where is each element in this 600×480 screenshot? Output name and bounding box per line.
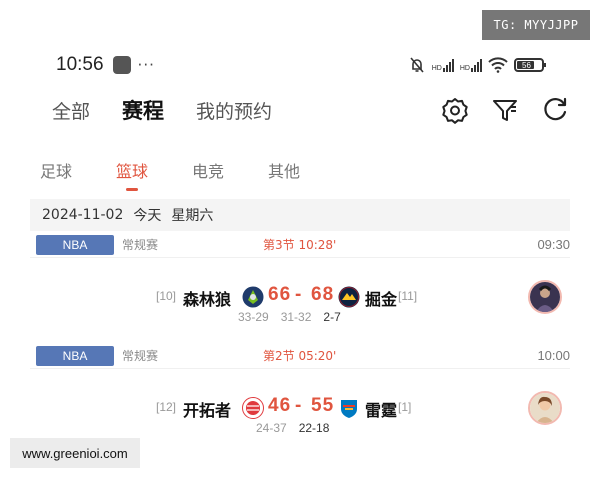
home-rank: [12] — [156, 400, 177, 414]
date-header: 2024-11-02 今天 星期六 — [30, 199, 570, 231]
away-score: 55 — [311, 395, 335, 416]
settings-gear-icon[interactable] — [440, 95, 470, 125]
score-separator: - — [295, 395, 303, 416]
match-type: 常规赛 — [122, 349, 159, 363]
away-team-logo-icon — [338, 397, 360, 419]
quarter-scores: 33-29 31-32 2-7 — [238, 310, 341, 324]
hd-label-2: HD — [459, 65, 470, 72]
current-quarter-score: 22-18 — [298, 421, 330, 435]
watermark-tg: TG: MYYJJPP — [482, 10, 590, 40]
wifi-icon — [488, 57, 508, 73]
quarter-scores: 24-37 22-18 — [256, 421, 329, 435]
date: 2024-11-02 — [42, 207, 124, 223]
streamer-avatar[interactable] — [528, 391, 562, 425]
away-team: 雷霆 — [365, 401, 398, 420]
filter-icon[interactable] — [490, 95, 520, 125]
away-score: 68 — [311, 284, 335, 305]
mute-bell-icon — [410, 57, 424, 73]
league-badge: NBA — [36, 234, 114, 255]
signal-2-icon: HD — [460, 58, 482, 72]
app-notification-icon — [112, 56, 131, 74]
kickoff-time: 10:00 — [537, 348, 570, 363]
tab-all[interactable]: 全部 — [52, 97, 90, 124]
battery-icon: 56 — [514, 58, 546, 72]
status-bar: 10:56 ··· HD HD 56 — [56, 52, 546, 78]
more-notifications-icon: ··· — [137, 56, 155, 74]
tab-esports[interactable]: 电竞 — [192, 158, 224, 198]
home-team-logo-icon — [242, 286, 264, 308]
tab-my-reservations[interactable]: 我的预约 — [196, 97, 272, 124]
battery-level: 56 — [522, 60, 531, 70]
refresh-icon[interactable] — [540, 95, 570, 125]
quarter-1-score: 33-29 — [238, 310, 269, 324]
status-time: 10:56 — [56, 54, 104, 75]
home-team: 森林狼 — [183, 290, 232, 309]
home-score: 66 — [268, 284, 292, 305]
hd-label-1: HD — [431, 65, 442, 72]
match-card[interactable]: NBA 常规赛 第2节 05:20' 10:00 [12] 开拓者 46 - 5… — [30, 343, 570, 448]
quarter-1-score: 24-37 — [256, 421, 287, 435]
date-relative: 今天 — [133, 208, 162, 224]
tab-other[interactable]: 其他 — [268, 158, 300, 198]
away-team: 掘金 — [365, 290, 398, 309]
home-team: 开拓者 — [183, 401, 232, 420]
match-period: 第2节 05:20' — [263, 349, 337, 363]
quarter-2-score: 31-32 — [280, 310, 312, 324]
home-rank: [10] — [156, 289, 177, 303]
tab-schedule[interactable]: 赛程 — [122, 95, 164, 125]
signal-1-icon: HD — [432, 58, 454, 72]
tab-football[interactable]: 足球 — [40, 158, 72, 198]
home-team-logo-icon — [242, 397, 264, 419]
match-type: 常规赛 — [122, 238, 159, 252]
top-nav: 全部 赛程 我的预约 — [52, 95, 570, 125]
away-team-logo-icon — [338, 286, 360, 308]
score-separator: - — [295, 284, 303, 305]
match-period: 第3节 10:28' — [263, 238, 337, 252]
current-quarter-score: 2-7 — [323, 310, 341, 324]
streamer-avatar[interactable] — [528, 280, 562, 314]
league-badge: NBA — [36, 345, 114, 366]
match-card[interactable]: NBA 常规赛 第3节 10:28' 09:30 [10] 森林狼 66 - 6… — [30, 232, 570, 337]
date-weekday: 星期六 — [171, 208, 214, 224]
tab-basketball[interactable]: 篮球 — [116, 158, 148, 198]
away-rank: [1] — [398, 400, 412, 414]
home-score: 46 — [268, 395, 292, 416]
away-rank: [11] — [398, 289, 418, 303]
kickoff-time: 09:30 — [537, 237, 570, 252]
sport-tabs: 足球 篮球 电竞 其他 — [40, 158, 570, 198]
